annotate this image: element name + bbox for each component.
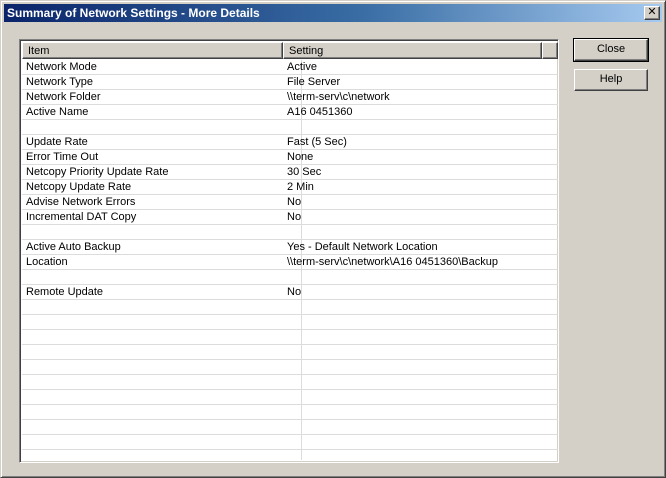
row-item-name: Advise Network Errors — [26, 196, 136, 208]
row-setting-value: No — [287, 286, 302, 298]
dialog-window: Summary of Network Settings - More Detai… — [0, 0, 666, 478]
row-setting-value: None — [287, 151, 314, 163]
table-row[interactable] — [22, 315, 558, 330]
table-row[interactable]: Network Folder \\term-serv\c\network — [22, 90, 558, 105]
table-row[interactable] — [22, 450, 558, 462]
row-setting-value: 30 Sec — [287, 166, 322, 178]
window-title: Summary of Network Settings - More Detai… — [7, 6, 260, 20]
row-item-name: Netcopy Update Rate — [26, 181, 132, 193]
settings-list[interactable]: Item Setting Network Mode Active Network T… — [19, 39, 559, 463]
row-item-name: Active Name — [26, 106, 89, 118]
table-row[interactable]: Netcopy Priority Update Rate 30 Sec — [22, 165, 558, 180]
table-row[interactable]: Incremental DAT Copy No — [22, 210, 558, 225]
column-header-item[interactable]: Item — [22, 42, 283, 59]
table-row[interactable] — [22, 225, 558, 240]
table-row[interactable]: Netcopy Update Rate 2 Min — [22, 180, 558, 195]
row-setting-value: 2 Min — [287, 181, 314, 193]
row-setting-value: No — [287, 211, 302, 223]
table-row[interactable] — [22, 375, 558, 390]
row-item-name: Network Type — [26, 76, 94, 88]
table-row[interactable] — [22, 420, 558, 435]
row-setting-value: Yes - Default Network Location — [287, 241, 438, 253]
row-setting-value: No — [287, 196, 302, 208]
title-bar[interactable]: Summary of Network Settings - More Detai… — [4, 4, 662, 22]
close-button[interactable]: Close — [573, 38, 649, 62]
row-item-name: Network Folder — [26, 91, 101, 103]
row-setting-value: Fast (5 Sec) — [287, 136, 347, 148]
table-row[interactable]: Update Rate Fast (5 Sec) — [22, 135, 558, 150]
table-row[interactable] — [22, 360, 558, 375]
row-item-name: Update Rate — [26, 136, 88, 148]
row-setting-value: File Server — [287, 76, 341, 88]
row-setting-value: A16 0451360 — [287, 106, 353, 118]
close-icon[interactable]: ✕ — [644, 6, 660, 20]
row-setting-value: Active — [287, 61, 317, 73]
table-row[interactable]: Network Type File Server — [22, 75, 558, 90]
table-row[interactable]: Advise Network Errors No — [22, 195, 558, 210]
help-button[interactable]: Help — [574, 69, 648, 91]
table-row[interactable] — [22, 405, 558, 420]
row-item-name: Remote Update — [26, 286, 104, 298]
row-setting-value: \\term-serv\c\network\A16 0451360\Backup — [287, 256, 498, 268]
row-item-name: Incremental DAT Copy — [26, 211, 137, 223]
table-row[interactable]: Network Mode Active — [22, 60, 558, 75]
table-row[interactable] — [22, 330, 558, 345]
row-item-name: Active Auto Backup — [26, 241, 121, 253]
row-item-name: Error Time Out — [26, 151, 99, 163]
table-row[interactable] — [22, 270, 558, 285]
table-row[interactable]: Error Time Out None — [22, 150, 558, 165]
column-header-setting[interactable]: Setting — [283, 42, 542, 59]
table-row[interactable] — [22, 390, 558, 405]
column-header-filler — [542, 42, 558, 59]
table-row[interactable] — [22, 435, 558, 450]
row-item-name: Location — [26, 256, 68, 268]
list-header: Item Setting — [22, 42, 558, 59]
list-rows: Network Mode Active Network Type File Serve… — [22, 60, 558, 462]
row-setting-value: \\term-serv\c\network — [287, 91, 390, 103]
table-row[interactable]: Location \\term-serv\c\network\A16 045136… — [22, 255, 558, 270]
table-row[interactable] — [22, 345, 558, 360]
table-row[interactable]: Active Name A16 0451360 — [22, 105, 558, 120]
row-item-name: Network Mode — [26, 61, 97, 73]
table-row[interactable]: Remote Update No — [22, 285, 558, 300]
row-item-name: Netcopy Priority Update Rate — [26, 166, 169, 178]
table-row[interactable] — [22, 120, 558, 135]
table-row[interactable]: Active Auto Backup Yes - Default Network … — [22, 240, 558, 255]
table-row[interactable] — [22, 300, 558, 315]
